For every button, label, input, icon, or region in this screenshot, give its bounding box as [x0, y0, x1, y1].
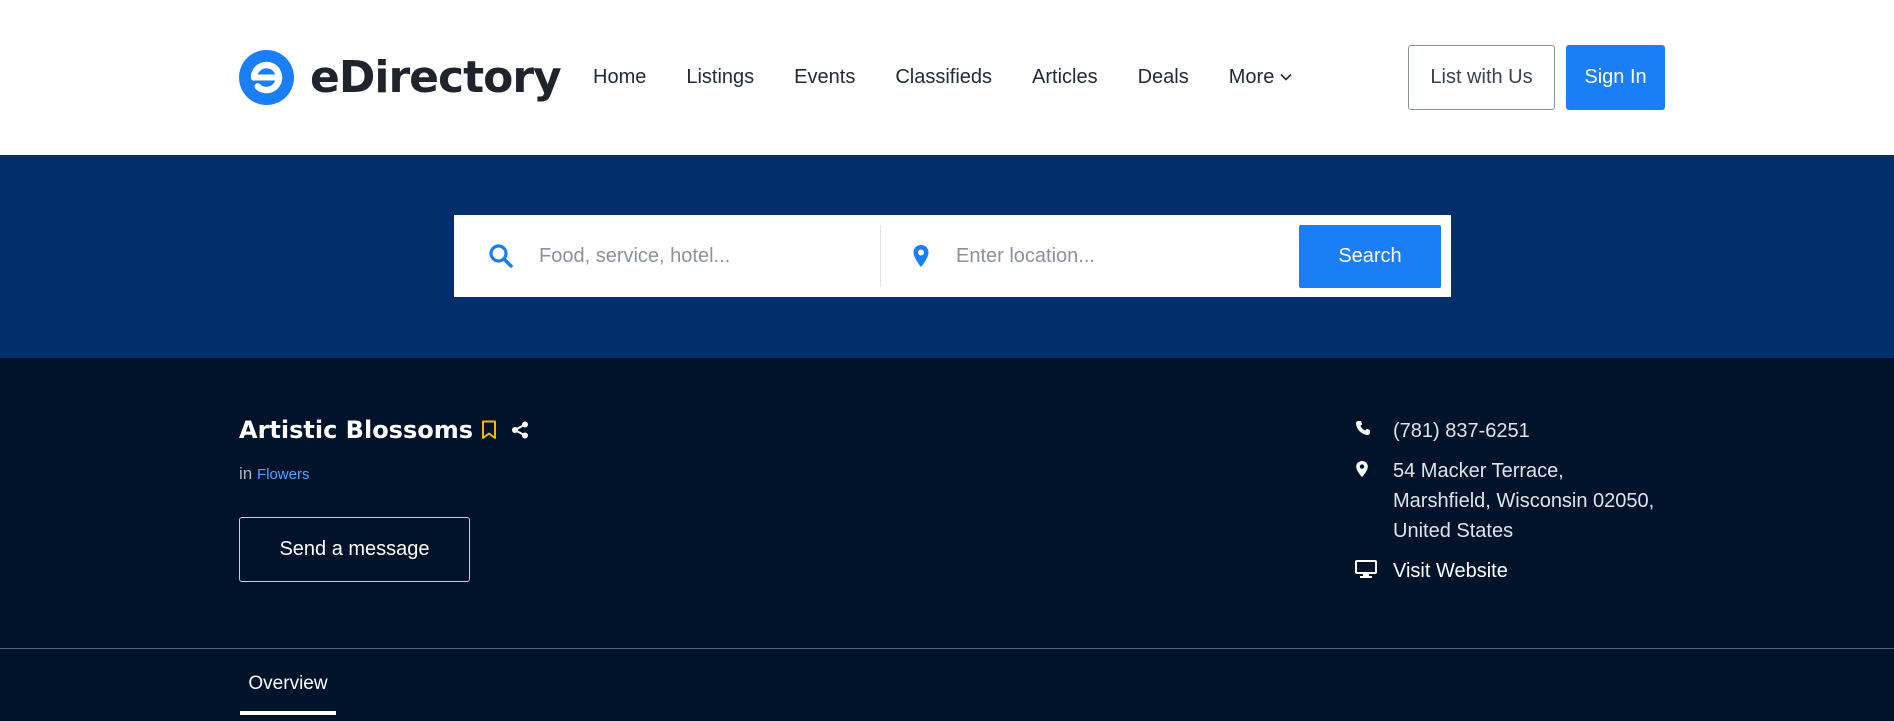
contact-info: (781) 837-6251 54 Macker Terrace, Marshf… — [1355, 416, 1685, 596]
contact-website-row: Visit Website — [1355, 556, 1685, 586]
share-icon[interactable] — [511, 421, 529, 439]
main-nav: Home Listings Events Classifieds Article… — [593, 62, 1292, 92]
map-pin-icon — [1355, 456, 1393, 478]
nav-more-label: More — [1228, 66, 1275, 88]
nav-item-home[interactable]: Home — [593, 62, 646, 92]
send-message-button[interactable]: Send a message — [239, 517, 470, 582]
nav-item-articles[interactable]: Articles — [1032, 62, 1098, 92]
nav-item-events[interactable]: Events — [794, 62, 855, 92]
phone-icon — [1355, 416, 1393, 436]
nav-item-classifieds[interactable]: Classifieds — [895, 62, 992, 92]
address: 54 Macker Terrace, Marshfield, Wisconsin… — [1393, 456, 1654, 546]
search-button[interactable]: Search — [1299, 225, 1441, 288]
category-link-flowers[interactable]: Flowers — [257, 466, 310, 483]
category-prefix: in — [239, 464, 253, 483]
listing-title-row: Artistic Blossoms — [239, 416, 529, 444]
location-search-input[interactable] — [956, 235, 1286, 277]
bookmark-icon[interactable] — [481, 420, 497, 440]
nav-item-listings[interactable]: Listings — [686, 62, 754, 92]
brand-logo[interactable]: eDirectory — [239, 50, 562, 105]
search-divider — [880, 225, 881, 287]
hero-search-section: Search — [0, 155, 1894, 358]
nav-item-more[interactable]: More — [1229, 62, 1293, 92]
listing-title: Artistic Blossoms — [239, 416, 474, 444]
monitor-icon — [1355, 556, 1393, 578]
contact-address-row: 54 Macker Terrace, Marshfield, Wisconsin… — [1355, 456, 1685, 546]
address-line-1: 54 Macker Terrace, — [1393, 460, 1564, 482]
sign-in-button[interactable]: Sign In — [1566, 45, 1665, 110]
listing-detail-header: Artistic Blossoms in Flowers Send a mess… — [0, 358, 1894, 721]
tab-overview-label: Overview — [248, 673, 328, 694]
logo-e-icon — [239, 50, 294, 105]
section-divider — [0, 648, 1894, 649]
chevron-down-icon — [1280, 73, 1292, 81]
address-line-2: Marshfield, Wisconsin 02050, — [1393, 490, 1655, 512]
visit-website-link[interactable]: Visit Website — [1393, 556, 1508, 586]
map-pin-icon — [912, 244, 930, 273]
active-tab-indicator — [240, 711, 336, 715]
contact-phone-row: (781) 837-6251 — [1355, 416, 1685, 446]
nav-item-deals[interactable]: Deals — [1138, 62, 1189, 92]
search-bar: Search — [454, 215, 1451, 297]
phone-number[interactable]: (781) 837-6251 — [1393, 416, 1530, 446]
listing-category: in Flowers — [239, 464, 309, 484]
address-line-3: United States — [1393, 520, 1514, 542]
tab-overview[interactable]: Overview — [240, 659, 336, 721]
brand-name: eDirectory — [310, 52, 562, 103]
keyword-search-input[interactable] — [539, 235, 869, 277]
list-with-us-button[interactable]: List with Us — [1408, 45, 1555, 110]
search-icon — [488, 243, 514, 274]
site-header: eDirectory Home Listings Events Classifi… — [0, 0, 1894, 155]
